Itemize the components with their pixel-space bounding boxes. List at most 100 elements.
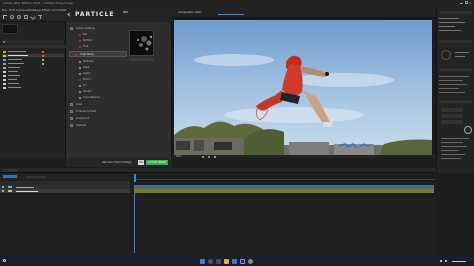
timecode-display[interactable] [3,175,17,178]
project-item[interactable] [2,70,64,73]
layer-bar-selected[interactable] [134,189,434,193]
type-tool-icon[interactable] [38,15,42,19]
tree-item-label: Overshoot [76,116,89,120]
project-item[interactable] [2,86,64,89]
info-line [439,76,469,77]
composition-tab[interactable]: Composition: Main [178,11,201,15]
layer-row-selected[interactable] [0,189,130,193]
time-ruler[interactable] [134,174,434,182]
playhead[interactable] [134,174,136,182]
expand-icon[interactable] [70,103,73,106]
start-icon[interactable] [200,258,205,264]
project-list [2,50,64,110]
info-line [441,146,467,147]
tree-item[interactable]: Global Settings [69,26,127,31]
panel-tab[interactable] [439,40,472,43]
expand-icon[interactable] [70,117,73,120]
active-image-button[interactable]: ACTIVE IMAGE [146,159,168,165]
project-item[interactable] [2,50,64,53]
tree-item[interactable]: Particles [69,59,127,64]
tree-item[interactable]: Turbulence Field [69,109,127,114]
tree-item[interactable]: Particle [69,38,127,43]
tree-item[interactable]: Overshoot [69,116,127,121]
tree-item[interactable]: Set [69,32,127,37]
tree-item-selected[interactable]: Inset Mode [69,51,127,57]
panel-tab[interactable] [439,11,472,14]
on-toggle-button[interactable]: ON [138,159,144,165]
taskview-icon[interactable] [216,258,221,264]
solid-icon [3,78,6,81]
visibility-icon[interactable] [2,190,4,192]
tree-item[interactable]: Fx [69,83,127,88]
tree-item[interactable]: Glow [69,102,127,107]
character-field[interactable] [441,114,463,118]
tree-item-label: Lights [83,71,91,75]
dot-icon [79,84,81,87]
system-tray[interactable] [440,259,470,263]
menu-file[interactable]: File [2,8,7,12]
zoom-tool-icon[interactable] [17,15,21,19]
hand-tool-icon[interactable] [10,15,14,19]
tree-item[interactable]: Style [69,65,127,70]
get-color-label: Get Color From Footage [102,160,132,164]
tree-item-label: Motion [83,77,92,81]
project-item[interactable] [2,58,64,61]
browser-icon[interactable] [232,258,237,264]
snapshot-icon[interactable] [214,155,216,158]
character-field[interactable] [441,120,463,124]
grid-toggle-icon[interactable] [202,155,204,158]
expand-icon[interactable] [70,27,73,30]
zoom-level[interactable]: 50% [176,155,182,159]
expand-icon[interactable] [70,124,73,127]
timeline-search-input[interactable] [26,175,46,178]
composition-viewer[interactable] [174,20,432,155]
project-item[interactable] [2,82,64,85]
panel-tab[interactable] [439,68,472,71]
menu-layer[interactable]: Layer [33,8,41,12]
settings-icon[interactable] [248,258,253,264]
window-controls[interactable]: × [460,1,472,5]
menu-composition[interactable]: Composition [16,8,35,12]
menu-edit[interactable]: Edit [9,8,15,12]
info-line [439,22,465,23]
menu-effect[interactable]: Effect [42,8,51,12]
minimize-icon[interactable] [460,3,463,4]
selection-tool-icon[interactable] [3,15,7,19]
character-field[interactable] [441,108,463,112]
clock-text [452,260,466,262]
maximize-icon[interactable] [465,1,468,4]
panel-tab[interactable] [439,100,472,103]
explorer-icon[interactable] [224,258,229,264]
tree-item[interactable]: Color Balance [69,95,127,100]
tree-item[interactable]: Motion [69,77,127,82]
ae-icon[interactable] [240,258,245,264]
back-icon[interactable] [67,12,72,17]
item-name [8,63,24,64]
tree-item[interactable]: Lights [69,71,127,76]
timeline-tab[interactable] [2,169,18,172]
search-icon[interactable] [208,258,213,264]
visibility-icon[interactable] [2,186,4,188]
pen-tool-icon[interactable] [30,14,36,20]
project-item[interactable] [2,78,64,81]
expand-icon[interactable] [70,110,73,113]
color-wheel-icon[interactable] [464,126,472,134]
playback-dial-icon[interactable] [441,50,451,60]
project-item[interactable] [2,66,64,69]
tree-item-label: Advect [83,89,92,93]
composition-tab-underline [218,11,244,15]
tree-item[interactable]: Textures [69,123,127,128]
project-item[interactable] [2,54,64,57]
close-icon[interactable]: × [469,1,472,5]
tree-item[interactable]: Advect [69,89,127,94]
weather-icon[interactable] [3,259,6,262]
folder-icon [3,50,6,53]
info-panel [436,8,474,173]
project-item[interactable] [2,74,64,77]
project-item[interactable] [2,62,64,65]
tree-item[interactable]: Trail [69,44,127,49]
rectangle-tool-icon[interactable] [24,15,28,19]
mask-toggle-icon[interactable] [208,155,210,158]
project-search-input[interactable] [2,40,64,43]
tree-item-label: Particle [83,38,93,42]
